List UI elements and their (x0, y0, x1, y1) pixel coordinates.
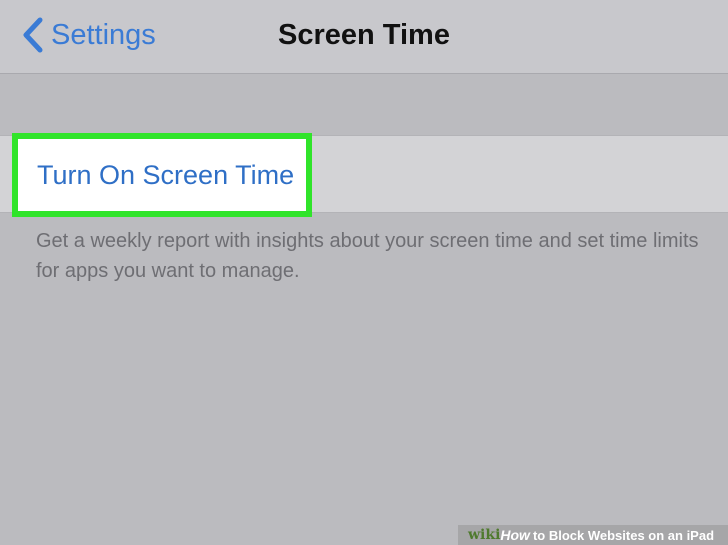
turn-on-screen-time-button[interactable]: Turn On Screen Time (37, 153, 294, 197)
watermark-how: How (500, 527, 530, 543)
watermark-title: to Block Websites on an iPad (532, 527, 715, 543)
page-title: Screen Time (0, 14, 728, 56)
navigation-bar: Settings Screen Time (0, 0, 728, 74)
page-title-text: Screen Time (278, 19, 450, 51)
watermark-wiki: wiki (468, 527, 501, 543)
cell-footer-description: Get a weekly report with insights about … (36, 230, 699, 282)
watermark: wiki How to Block Websites on an iPad (458, 525, 728, 545)
